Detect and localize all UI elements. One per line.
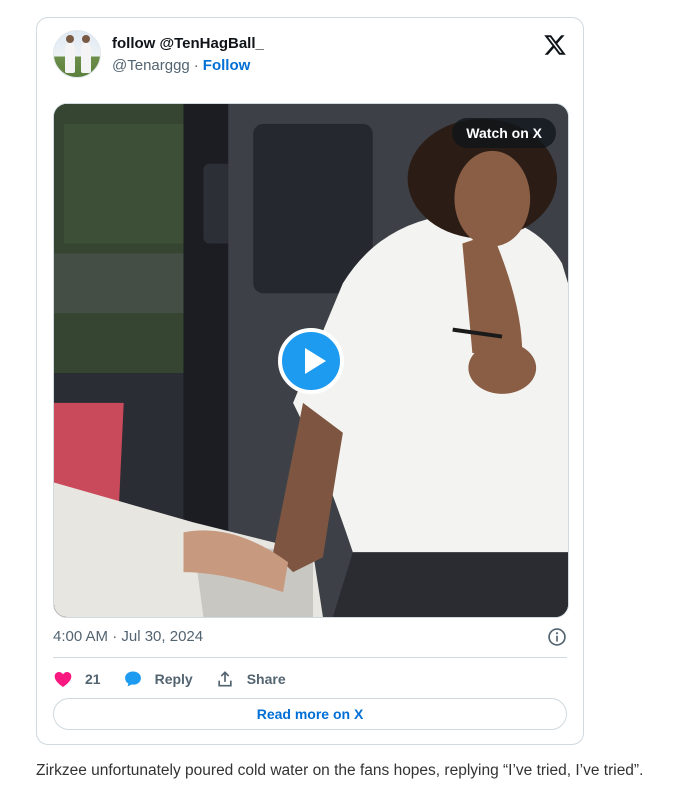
- share-upload-icon: [218, 671, 232, 687]
- follow-link[interactable]: Follow: [203, 57, 251, 74]
- play-icon: [305, 348, 326, 374]
- avatar-figure-right: [81, 35, 91, 73]
- like-button[interactable]: 21: [53, 669, 101, 689]
- heart-icon: [54, 672, 72, 687]
- divider: [53, 657, 567, 658]
- tweet-timestamp[interactable]: 4:00 AM · Jul 30, 2024: [53, 628, 203, 645]
- tweet-actions: 21 Reply Share: [53, 666, 308, 692]
- reply-label: Reply: [154, 671, 193, 687]
- speech-bubble-icon: [124, 671, 141, 687]
- like-count: 21: [85, 671, 101, 687]
- tweet-header: follow @TenHagBall_ @Tenarggg · Follow: [53, 30, 567, 82]
- play-button[interactable]: [278, 328, 344, 394]
- handle-separator: ·: [193, 57, 199, 74]
- watch-on-x-button[interactable]: Watch on X: [452, 118, 556, 148]
- read-more-on-x-button[interactable]: Read more on X: [53, 698, 567, 730]
- info-icon[interactable]: [547, 627, 567, 647]
- author-display-name[interactable]: follow @TenHagBall_: [112, 35, 264, 52]
- share-label: Share: [246, 671, 286, 687]
- x-logo-icon[interactable]: [543, 33, 567, 57]
- embedded-tweet-card: follow @TenHagBall_ @Tenarggg · Follow W…: [36, 17, 584, 745]
- reply-button[interactable]: Reply: [123, 669, 193, 689]
- avatar[interactable]: [53, 30, 101, 78]
- author-handle-row: @Tenarggg · Follow: [112, 57, 250, 74]
- article-paragraph: Zirkzee unfortunately poured cold water …: [36, 762, 644, 779]
- avatar-figure-left: [65, 35, 75, 73]
- author-handle[interactable]: @Tenarggg: [112, 57, 190, 74]
- video-media[interactable]: Watch on X: [53, 103, 569, 618]
- share-button[interactable]: Share: [215, 669, 286, 689]
